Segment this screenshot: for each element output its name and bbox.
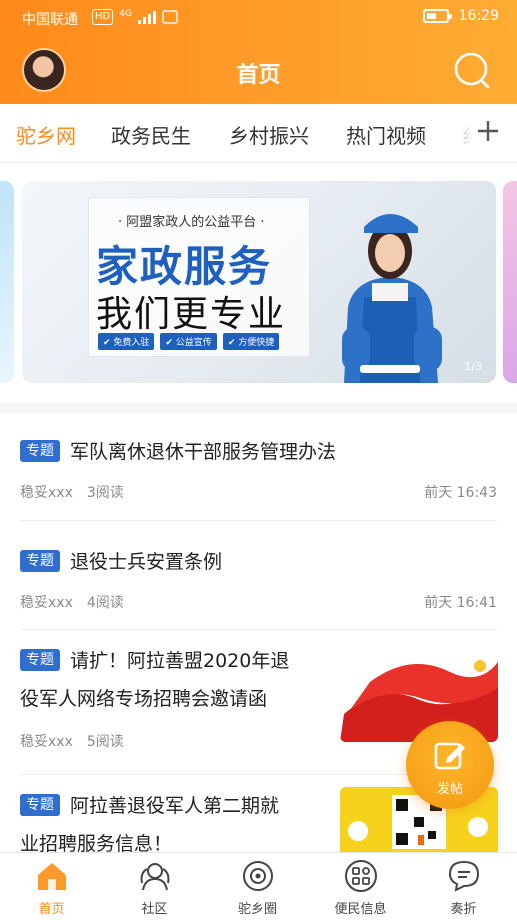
banner-carousel[interactable]: · 阿盟家政人的公益平台 · 家政服务 我们更专业 ✔ 免费入驻 ✔ 公益宣传 … xyxy=(0,163,517,403)
item-title: 专题 请扩！阿拉善盟2020年退 役军人网络专场招聘会邀请函 xyxy=(20,649,290,710)
banner-tags: ✔ 免费入驻 ✔ 公益宣传 ✔ 方便快捷 xyxy=(98,333,280,350)
category-tabs: 驼乡网 政务民生 乡村振兴 热门视频 纟 xyxy=(0,104,517,162)
tab-rural[interactable]: 乡村振兴 xyxy=(229,120,309,149)
nav-label: 首页 xyxy=(38,902,65,917)
carrier-name: 中国联通 xyxy=(22,12,78,28)
banner-tag: ✔ 免费入驻 xyxy=(98,333,155,350)
list-item[interactable]: 专题 退役士兵安置条例 稳妥xxx 4阅读 前天 16:41 xyxy=(0,521,517,629)
topic-tag: 专题 xyxy=(20,649,60,671)
banner-tag: ✔ 公益宣传 xyxy=(160,333,217,350)
topic-tag: 专题 xyxy=(20,550,60,572)
battery-icon xyxy=(422,9,452,23)
nav-messages[interactable]: 奏折 xyxy=(412,853,515,920)
tab-tuoxiang[interactable]: 驼乡网 xyxy=(16,120,76,149)
add-tab-icon[interactable] xyxy=(473,116,503,146)
banner-tag: ✔ 方便快捷 xyxy=(222,333,280,350)
banner-next-peek[interactable] xyxy=(503,181,517,383)
banner-slide[interactable]: · 阿盟家政人的公益平台 · 家政服务 我们更专业 ✔ 免费入驻 ✔ 公益宣传 … xyxy=(22,181,496,383)
item-reads: 3阅读 xyxy=(86,485,124,501)
status-bar: 中国联通 HD 4G 16:29 xyxy=(0,0,517,36)
hd-badge: HD xyxy=(92,9,114,25)
network-type: 4G xyxy=(119,8,132,19)
item-time: 前天 16:43 xyxy=(424,485,497,501)
item-meta: 稳妥xxx 3阅读 xyxy=(20,482,124,502)
nav-label: 便民信息 xyxy=(334,902,387,917)
circle-icon xyxy=(243,861,273,891)
item-reads: 4阅读 xyxy=(86,595,124,611)
nav-home[interactable]: 首页 xyxy=(0,853,103,920)
topic-tag: 专题 xyxy=(20,794,60,816)
housekeeper-illustration xyxy=(342,214,442,383)
item-meta: 稳妥xxx 4阅读 xyxy=(20,592,124,612)
app-header: 中国联通 HD 4G 16:29 首页 xyxy=(0,0,517,104)
nav-services[interactable]: 便民信息 xyxy=(309,853,412,920)
home-icon xyxy=(38,863,66,890)
tab-government[interactable]: 政务民生 xyxy=(111,120,191,149)
banner-subtitle: · 阿盟家政人的公益平台 · xyxy=(118,215,265,230)
nav-circle[interactable]: 驼乡圈 xyxy=(206,853,309,920)
bottom-nav: 首页 社区 驼乡圈 便民信息 奏折 xyxy=(0,852,517,920)
tab-hot-video[interactable]: 热门视频 xyxy=(346,120,426,149)
status-time: 16:29 xyxy=(458,8,499,24)
grid-icon xyxy=(345,860,377,892)
banner-counter: 1/3 xyxy=(464,360,482,373)
nav-label: 社区 xyxy=(141,902,168,917)
topic-tag: 专题 xyxy=(20,440,60,462)
item-title: 专题 阿拉善退役军人第二期就 业招聘服务信息！ xyxy=(20,794,280,852)
signal-icon xyxy=(137,10,156,24)
item-time: 前天 16:41 xyxy=(424,595,497,611)
item-title: 专题 退役士兵安置条例 xyxy=(20,543,222,581)
message-icon xyxy=(448,860,480,892)
item-reads: 5阅读 xyxy=(86,734,124,750)
flag-thumbnail xyxy=(340,642,498,742)
search-icon[interactable] xyxy=(452,50,492,90)
nav-label: 驼乡圈 xyxy=(237,902,277,917)
item-author: 稳妥xxx xyxy=(20,734,73,750)
banner-prev-peek[interactable] xyxy=(0,181,14,383)
item-author: 稳妥xxx xyxy=(20,595,73,611)
item-meta: 稳妥xxx 5阅读 xyxy=(20,731,124,751)
status-icons: HD 4G xyxy=(92,9,178,25)
banner-headline-2: 我们更专业 xyxy=(96,294,287,335)
list-item[interactable]: 专题 军队离休退休干部服务管理办法 稳妥xxx 3阅读 前天 16:43 xyxy=(0,413,517,521)
nav-label: 奏折 xyxy=(450,902,477,917)
post-button-label: 发帖 xyxy=(436,782,463,797)
item-author: 稳妥xxx xyxy=(20,485,73,501)
edit-icon xyxy=(434,742,465,770)
page-title: 首页 xyxy=(236,63,281,88)
community-icon xyxy=(140,863,170,891)
section-gap xyxy=(0,403,517,413)
status-right: 16:29 xyxy=(422,8,499,24)
post-button[interactable]: 发帖 xyxy=(406,721,494,809)
nav-community[interactable]: 社区 xyxy=(103,853,206,920)
item-title: 专题 军队离休退休干部服务管理办法 xyxy=(20,433,336,471)
notification-icon xyxy=(161,10,178,24)
